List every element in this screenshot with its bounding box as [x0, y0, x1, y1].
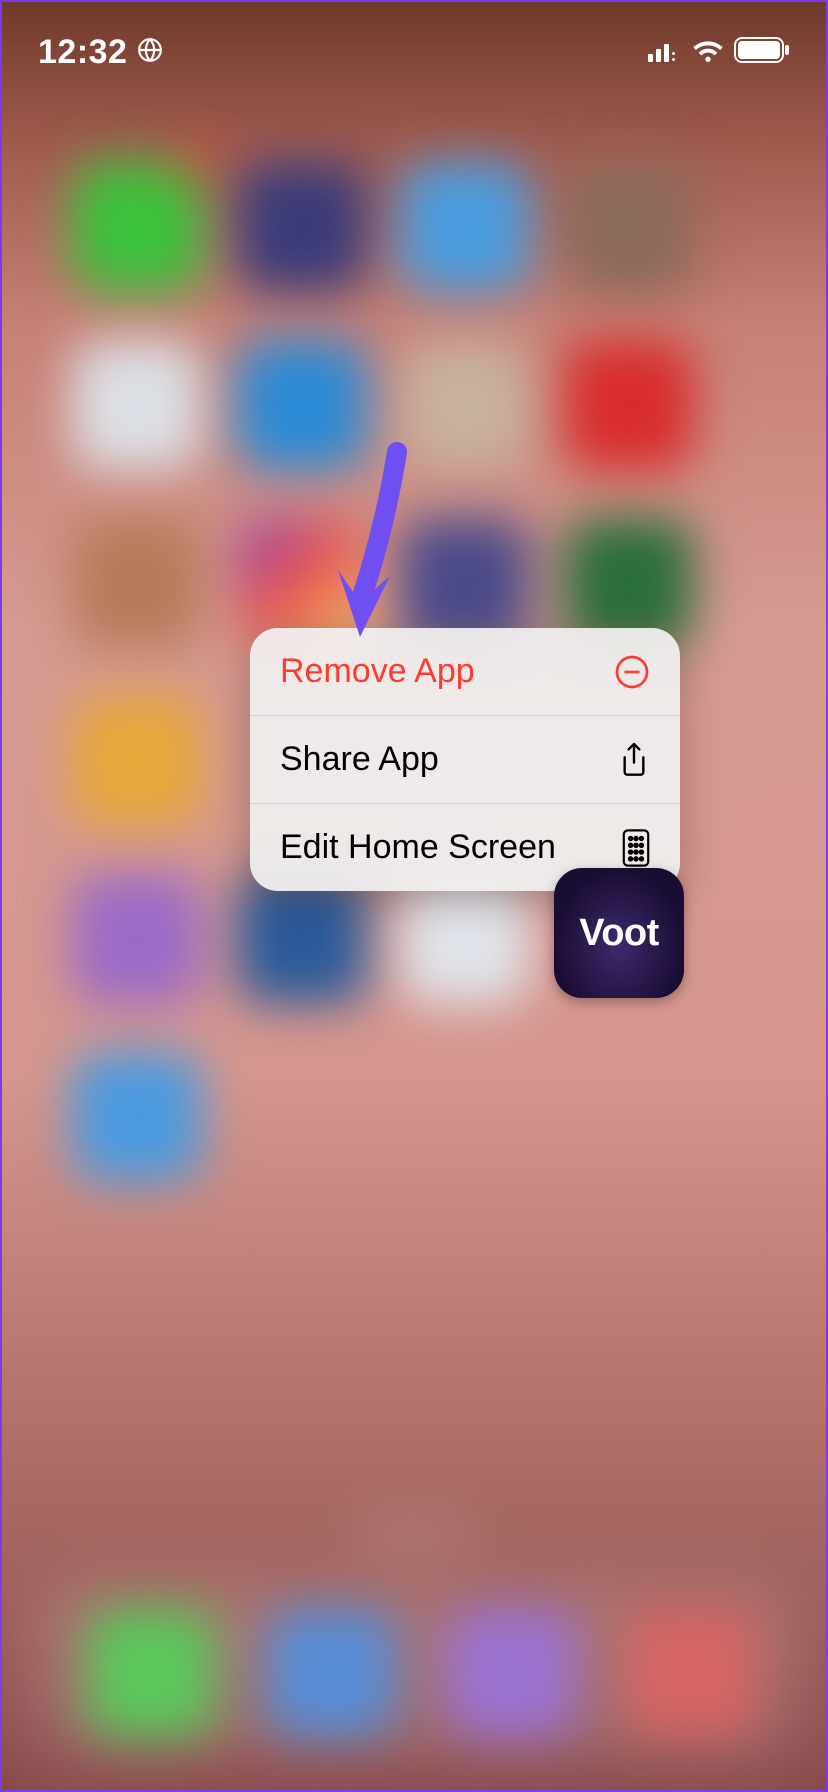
- share-app-label: Share App: [280, 740, 439, 779]
- edit-home-screen-label: Edit Home Screen: [280, 828, 556, 867]
- blurred-home-screen: [2, 2, 826, 1790]
- cellular-icon: [648, 38, 682, 67]
- status-right: [648, 37, 790, 68]
- share-app-menu-item[interactable]: Share App: [250, 716, 680, 804]
- voot-app-label: Voot: [579, 912, 659, 955]
- app-context-menu: Remove App Share App Edit Home Screen: [250, 628, 680, 891]
- share-icon: [618, 741, 650, 779]
- status-bar: 12:32: [2, 2, 826, 82]
- annotation-arrow: [332, 442, 417, 647]
- wifi-icon: [692, 38, 724, 67]
- status-left: 12:32: [38, 33, 163, 72]
- globe-icon: [137, 37, 163, 68]
- apps-grid-icon: [622, 829, 650, 867]
- remove-app-label: Remove App: [280, 652, 475, 691]
- remove-app-menu-item[interactable]: Remove App: [250, 628, 680, 716]
- status-time: 12:32: [38, 33, 127, 72]
- minus-circle-icon: [614, 654, 650, 690]
- voot-app-icon[interactable]: Voot: [554, 868, 684, 998]
- battery-icon: [734, 37, 790, 68]
